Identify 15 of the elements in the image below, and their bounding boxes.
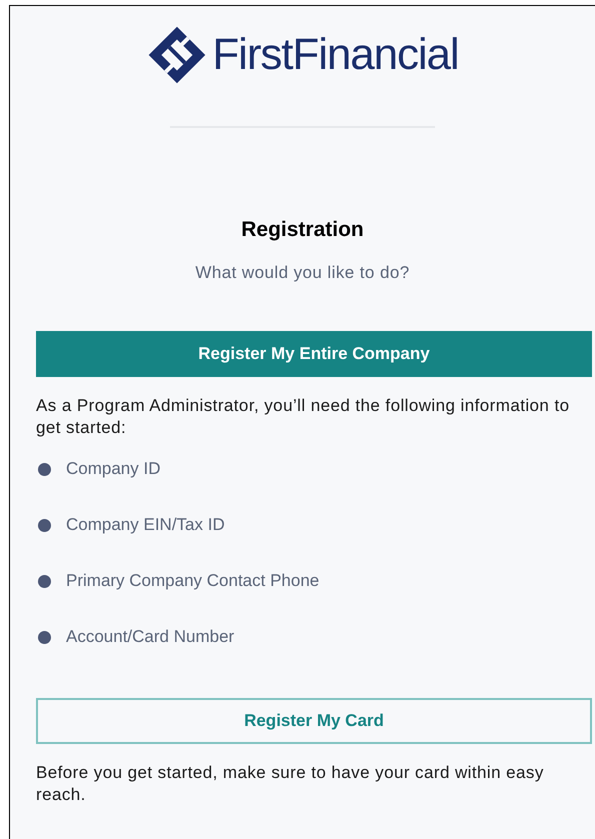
requirement-item: Account/Card Number	[66, 626, 234, 648]
bullet-icon	[38, 574, 51, 588]
bullet-icon	[38, 462, 51, 476]
instruction-text: As a Program Administrator, you’ll need the following information to get started:	[36, 395, 570, 439]
requirement-item: Company ID	[66, 458, 160, 480]
register-card-button[interactable]: Register My Card	[36, 698, 592, 744]
requirement-item: Primary Company Contact Phone	[66, 570, 320, 592]
subtitle: What would you like to do?	[194, 262, 411, 284]
page-title: Registration	[240, 217, 365, 243]
bullet-icon	[38, 518, 51, 532]
register-company-button[interactable]: Register My Entire Company	[36, 331, 592, 377]
logo-text: FirstFinancial	[212, 33, 459, 77]
requirement-item: Company EIN/Tax ID	[66, 514, 225, 536]
bullet-icon	[38, 630, 51, 644]
instruction-text: Before you get started, make sure to have your card within easy reach.	[36, 762, 545, 806]
